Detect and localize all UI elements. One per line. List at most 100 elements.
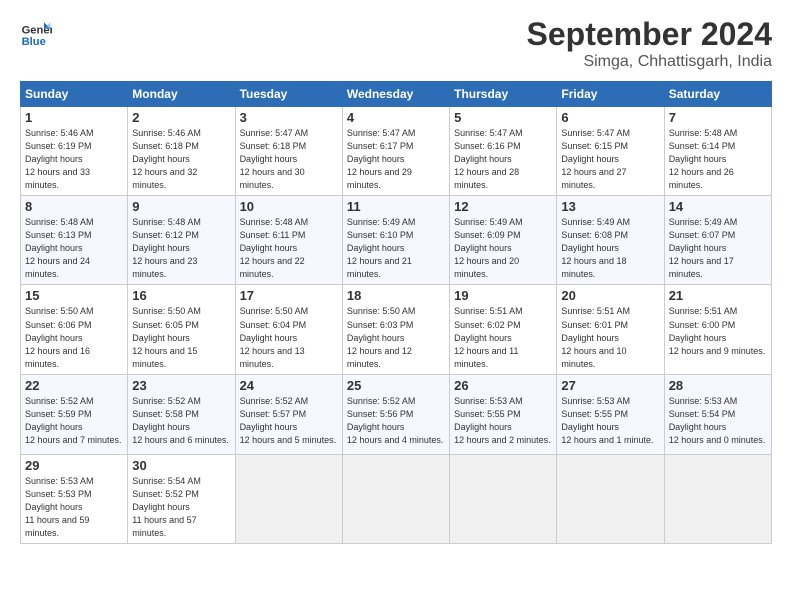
table-row: 15 Sunrise: 5:50 AMSunset: 6:06 PMDaylig… xyxy=(21,285,128,374)
month-title: September 2024 xyxy=(527,16,772,53)
day-info: Sunrise: 5:54 AMSunset: 5:52 PMDaylight … xyxy=(132,476,201,538)
day-number: 7 xyxy=(669,110,767,125)
day-info: Sunrise: 5:50 AMSunset: 6:03 PMDaylight … xyxy=(347,306,416,368)
header-thursday: Thursday xyxy=(450,82,557,107)
table-row: 8 Sunrise: 5:48 AMSunset: 6:13 PMDayligh… xyxy=(21,196,128,285)
table-row xyxy=(450,454,557,543)
table-row: 17 Sunrise: 5:50 AMSunset: 6:04 PMDaylig… xyxy=(235,285,342,374)
day-number: 3 xyxy=(240,110,338,125)
day-number: 9 xyxy=(132,199,230,214)
day-info: Sunrise: 5:49 AMSunset: 6:09 PMDaylight … xyxy=(454,217,523,279)
header: General Blue September 2024 Simga, Chhat… xyxy=(20,16,772,71)
day-number: 11 xyxy=(347,199,445,214)
table-row xyxy=(557,454,664,543)
table-row: 27 Sunrise: 5:53 AMSunset: 5:55 PMDaylig… xyxy=(557,374,664,454)
header-saturday: Saturday xyxy=(664,82,771,107)
calendar-week-row: 8 Sunrise: 5:48 AMSunset: 6:13 PMDayligh… xyxy=(21,196,772,285)
title-area: September 2024 Simga, Chhattisgarh, Indi… xyxy=(527,16,772,71)
day-number: 2 xyxy=(132,110,230,125)
table-row: 1 Sunrise: 5:46 AMSunset: 6:19 PMDayligh… xyxy=(21,107,128,196)
header-tuesday: Tuesday xyxy=(235,82,342,107)
day-info: Sunrise: 5:50 AMSunset: 6:06 PMDaylight … xyxy=(25,306,94,368)
day-info: Sunrise: 5:51 AMSunset: 6:02 PMDaylight … xyxy=(454,306,523,368)
day-number: 22 xyxy=(25,378,123,393)
day-info: Sunrise: 5:52 AMSunset: 5:57 PMDaylight … xyxy=(240,396,337,445)
day-info: Sunrise: 5:52 AMSunset: 5:56 PMDaylight … xyxy=(347,396,444,445)
day-info: Sunrise: 5:51 AMSunset: 6:00 PMDaylight … xyxy=(669,306,766,355)
day-info: Sunrise: 5:50 AMSunset: 6:04 PMDaylight … xyxy=(240,306,309,368)
table-row: 25 Sunrise: 5:52 AMSunset: 5:56 PMDaylig… xyxy=(342,374,449,454)
day-info: Sunrise: 5:48 AMSunset: 6:13 PMDaylight … xyxy=(25,217,94,279)
day-info: Sunrise: 5:52 AMSunset: 5:59 PMDaylight … xyxy=(25,396,122,445)
table-row: 11 Sunrise: 5:49 AMSunset: 6:10 PMDaylig… xyxy=(342,196,449,285)
day-number: 16 xyxy=(132,288,230,303)
header-sunday: Sunday xyxy=(21,82,128,107)
day-number: 10 xyxy=(240,199,338,214)
calendar-week-row: 22 Sunrise: 5:52 AMSunset: 5:59 PMDaylig… xyxy=(21,374,772,454)
day-number: 29 xyxy=(25,458,123,473)
day-info: Sunrise: 5:47 AMSunset: 6:18 PMDaylight … xyxy=(240,128,309,190)
logo-icon: General Blue xyxy=(20,16,52,48)
day-info: Sunrise: 5:48 AMSunset: 6:12 PMDaylight … xyxy=(132,217,201,279)
table-row: 20 Sunrise: 5:51 AMSunset: 6:01 PMDaylig… xyxy=(557,285,664,374)
table-row: 16 Sunrise: 5:50 AMSunset: 6:05 PMDaylig… xyxy=(128,285,235,374)
table-row: 24 Sunrise: 5:52 AMSunset: 5:57 PMDaylig… xyxy=(235,374,342,454)
day-info: Sunrise: 5:47 AMSunset: 6:17 PMDaylight … xyxy=(347,128,416,190)
day-number: 17 xyxy=(240,288,338,303)
day-number: 25 xyxy=(347,378,445,393)
table-row: 7 Sunrise: 5:48 AMSunset: 6:14 PMDayligh… xyxy=(664,107,771,196)
day-info: Sunrise: 5:49 AMSunset: 6:07 PMDaylight … xyxy=(669,217,738,279)
day-info: Sunrise: 5:48 AMSunset: 6:14 PMDaylight … xyxy=(669,128,738,190)
day-info: Sunrise: 5:51 AMSunset: 6:01 PMDaylight … xyxy=(561,306,630,368)
day-number: 26 xyxy=(454,378,552,393)
day-info: Sunrise: 5:52 AMSunset: 5:58 PMDaylight … xyxy=(132,396,229,445)
header-wednesday: Wednesday xyxy=(342,82,449,107)
day-number: 15 xyxy=(25,288,123,303)
day-number: 21 xyxy=(669,288,767,303)
table-row: 18 Sunrise: 5:50 AMSunset: 6:03 PMDaylig… xyxy=(342,285,449,374)
table-row: 28 Sunrise: 5:53 AMSunset: 5:54 PMDaylig… xyxy=(664,374,771,454)
day-number: 18 xyxy=(347,288,445,303)
table-row: 26 Sunrise: 5:53 AMSunset: 5:55 PMDaylig… xyxy=(450,374,557,454)
day-info: Sunrise: 5:46 AMSunset: 6:18 PMDaylight … xyxy=(132,128,201,190)
table-row: 19 Sunrise: 5:51 AMSunset: 6:02 PMDaylig… xyxy=(450,285,557,374)
day-number: 27 xyxy=(561,378,659,393)
table-row xyxy=(664,454,771,543)
calendar-table: Sunday Monday Tuesday Wednesday Thursday… xyxy=(20,81,772,544)
table-row: 12 Sunrise: 5:49 AMSunset: 6:09 PMDaylig… xyxy=(450,196,557,285)
table-row xyxy=(342,454,449,543)
day-number: 12 xyxy=(454,199,552,214)
table-row: 21 Sunrise: 5:51 AMSunset: 6:00 PMDaylig… xyxy=(664,285,771,374)
table-row: 30 Sunrise: 5:54 AMSunset: 5:52 PMDaylig… xyxy=(128,454,235,543)
day-number: 14 xyxy=(669,199,767,214)
logo: General Blue xyxy=(20,16,52,48)
day-number: 4 xyxy=(347,110,445,125)
table-row xyxy=(235,454,342,543)
day-number: 23 xyxy=(132,378,230,393)
day-info: Sunrise: 5:53 AMSunset: 5:53 PMDaylight … xyxy=(25,476,94,538)
calendar-week-row: 1 Sunrise: 5:46 AMSunset: 6:19 PMDayligh… xyxy=(21,107,772,196)
table-row: 9 Sunrise: 5:48 AMSunset: 6:12 PMDayligh… xyxy=(128,196,235,285)
calendar-week-row: 29 Sunrise: 5:53 AMSunset: 5:53 PMDaylig… xyxy=(21,454,772,543)
calendar-week-row: 15 Sunrise: 5:50 AMSunset: 6:06 PMDaylig… xyxy=(21,285,772,374)
table-row: 2 Sunrise: 5:46 AMSunset: 6:18 PMDayligh… xyxy=(128,107,235,196)
location-title: Simga, Chhattisgarh, India xyxy=(527,53,772,71)
day-info: Sunrise: 5:53 AMSunset: 5:54 PMDaylight … xyxy=(669,396,766,445)
day-number: 13 xyxy=(561,199,659,214)
day-info: Sunrise: 5:48 AMSunset: 6:11 PMDaylight … xyxy=(240,217,309,279)
page-container: General Blue September 2024 Simga, Chhat… xyxy=(0,0,792,554)
table-row: 13 Sunrise: 5:49 AMSunset: 6:08 PMDaylig… xyxy=(557,196,664,285)
header-monday: Monday xyxy=(128,82,235,107)
weekday-header-row: Sunday Monday Tuesday Wednesday Thursday… xyxy=(21,82,772,107)
table-row: 6 Sunrise: 5:47 AMSunset: 6:15 PMDayligh… xyxy=(557,107,664,196)
day-info: Sunrise: 5:53 AMSunset: 5:55 PMDaylight … xyxy=(454,396,551,445)
header-friday: Friday xyxy=(557,82,664,107)
day-number: 19 xyxy=(454,288,552,303)
table-row: 23 Sunrise: 5:52 AMSunset: 5:58 PMDaylig… xyxy=(128,374,235,454)
table-row: 22 Sunrise: 5:52 AMSunset: 5:59 PMDaylig… xyxy=(21,374,128,454)
day-number: 8 xyxy=(25,199,123,214)
day-number: 28 xyxy=(669,378,767,393)
svg-text:Blue: Blue xyxy=(22,36,46,48)
day-number: 20 xyxy=(561,288,659,303)
day-info: Sunrise: 5:46 AMSunset: 6:19 PMDaylight … xyxy=(25,128,94,190)
